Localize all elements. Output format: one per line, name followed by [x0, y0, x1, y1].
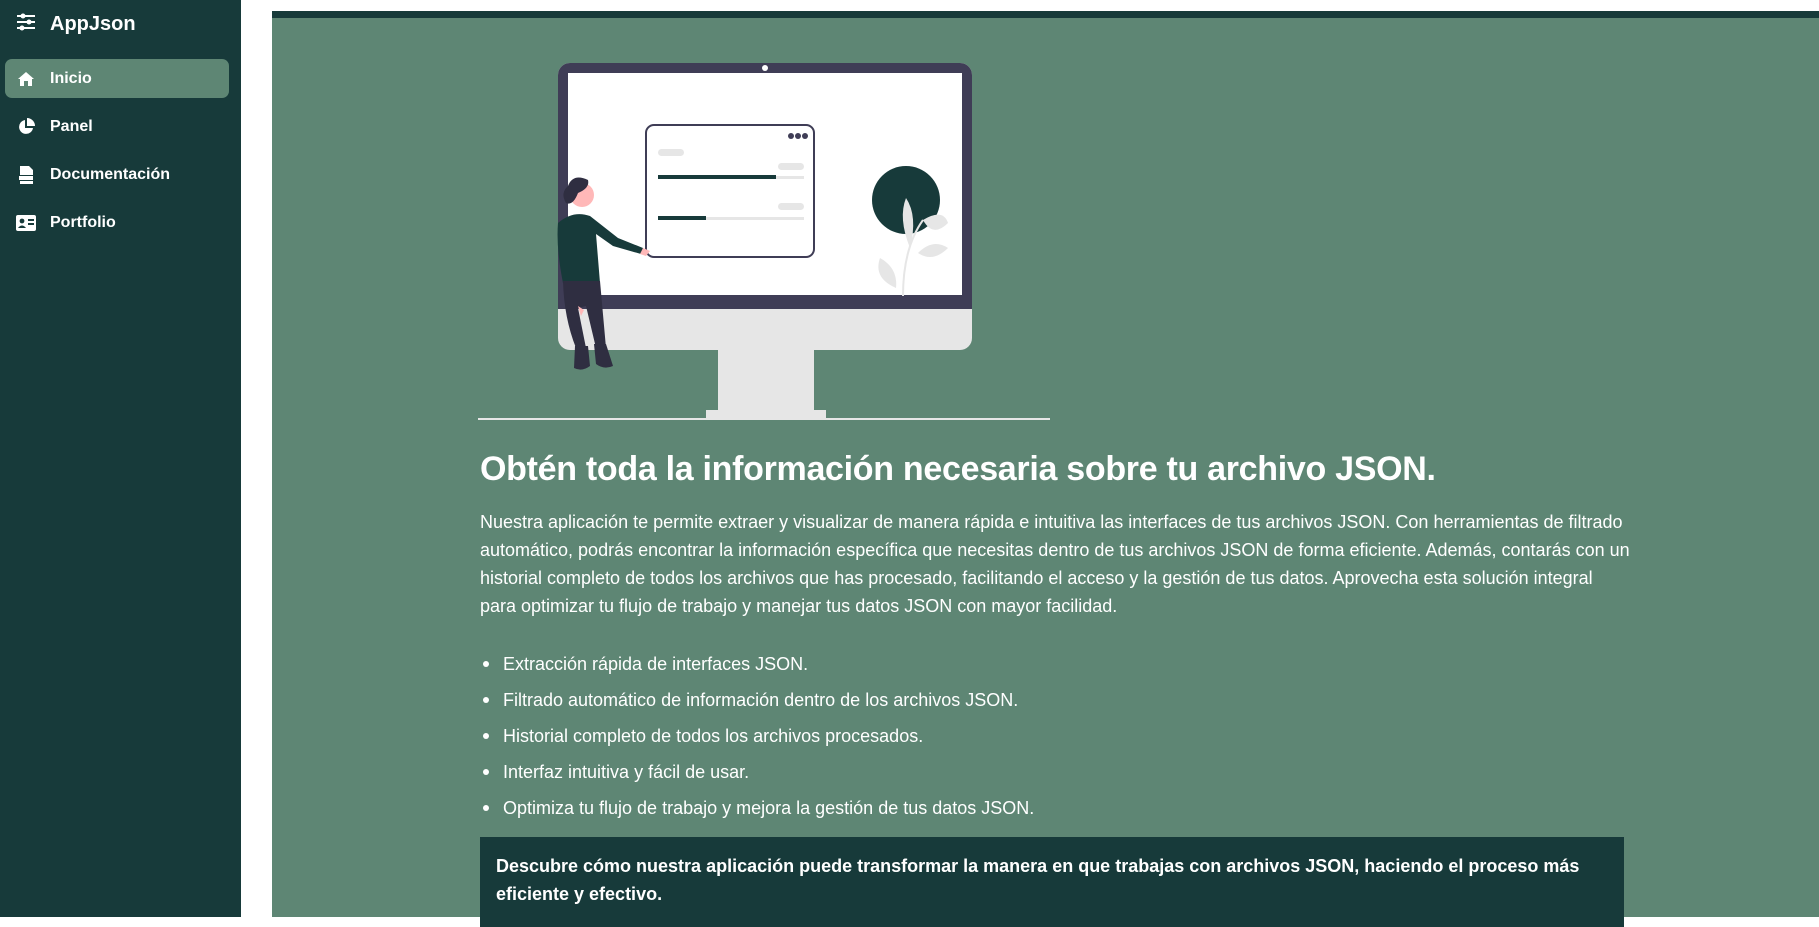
pie-chart-icon [15, 116, 37, 138]
list-item: Filtrado automático de información dentr… [480, 682, 1034, 718]
list-item: Interfaz intuitiva y fácil de usar. [480, 754, 1034, 790]
sidebar-divider [241, 0, 248, 917]
feature-list: Extracción rápida de interfaces JSON. Fi… [480, 646, 1034, 826]
cta-banner: Descubre cómo nuestra aplicación puede t… [480, 837, 1624, 927]
doc-icon [15, 164, 37, 186]
home-icon [15, 68, 37, 90]
sidebar-item-panel[interactable]: Panel [5, 107, 229, 146]
sliders-icon [16, 13, 36, 36]
id-card-icon [15, 212, 37, 234]
app-title: AppJson [50, 13, 136, 35]
sidebar-nav: Inicio Panel Documentación Portfolio [5, 59, 229, 251]
sidebar-item-label: Panel [50, 117, 93, 135]
sidebar: AppJson Inicio Panel Documentación Portf… [0, 0, 241, 917]
intro-paragraph: Nuestra aplicación te permite extraer y … [480, 512, 1630, 616]
cta-text: Descubre cómo nuestra aplicación puede t… [496, 856, 1580, 904]
sidebar-item-label: Inicio [50, 69, 92, 87]
sidebar-item-documentacion[interactable]: Documentación [5, 155, 229, 194]
sidebar-item-portfolio[interactable]: Portfolio [5, 203, 229, 242]
sidebar-item-label: Portfolio [50, 213, 116, 231]
list-item: Extracción rápida de interfaces JSON. [480, 646, 1034, 682]
list-item: Historial completo de todos los archivos… [480, 718, 1034, 754]
sidebar-item-label: Documentación [50, 165, 171, 183]
sidebar-item-inicio[interactable]: Inicio [5, 59, 229, 98]
list-item: Optimiza tu flujo de trabajo y mejora la… [480, 790, 1034, 826]
hero-illustration [478, 48, 1053, 428]
main-content: Obtén toda la información necesaria sobr… [272, 11, 1819, 927]
brand[interactable]: AppJson [16, 13, 136, 36]
page-title: Obtén toda la información necesaria sobr… [480, 450, 1436, 488]
